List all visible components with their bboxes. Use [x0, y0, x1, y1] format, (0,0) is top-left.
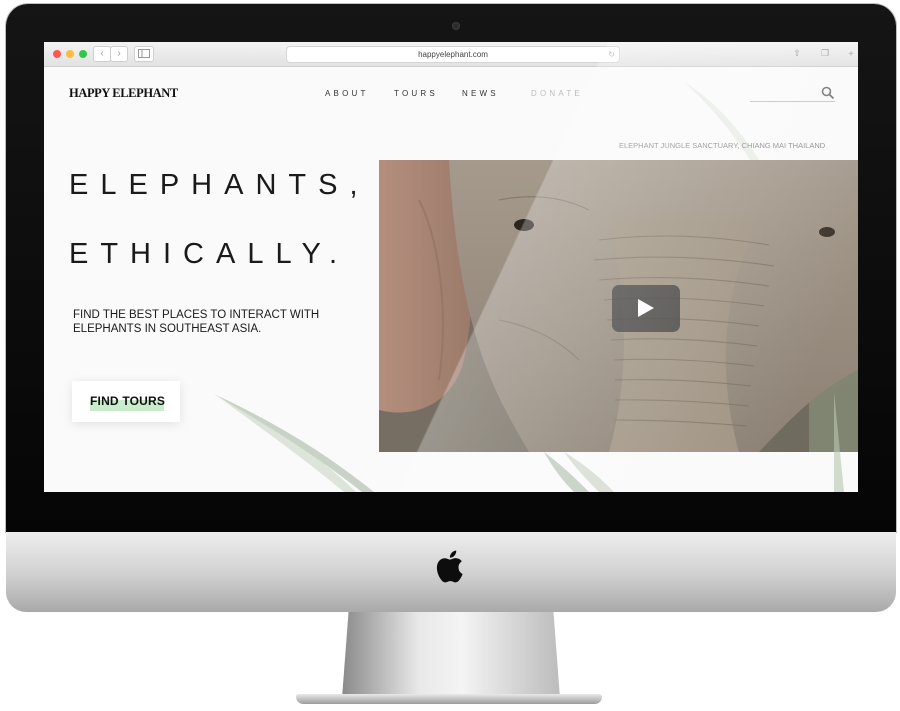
screen: ‹ › happyelephant.com ↻ ⇧ ❐ + HAPPY ELEP… — [44, 42, 858, 492]
leaf-overlay — [564, 392, 844, 492]
camera-icon — [452, 22, 460, 30]
apple-logo-icon — [436, 550, 463, 583]
imac-stand-base — [296, 694, 602, 704]
imac-stand — [342, 612, 560, 698]
